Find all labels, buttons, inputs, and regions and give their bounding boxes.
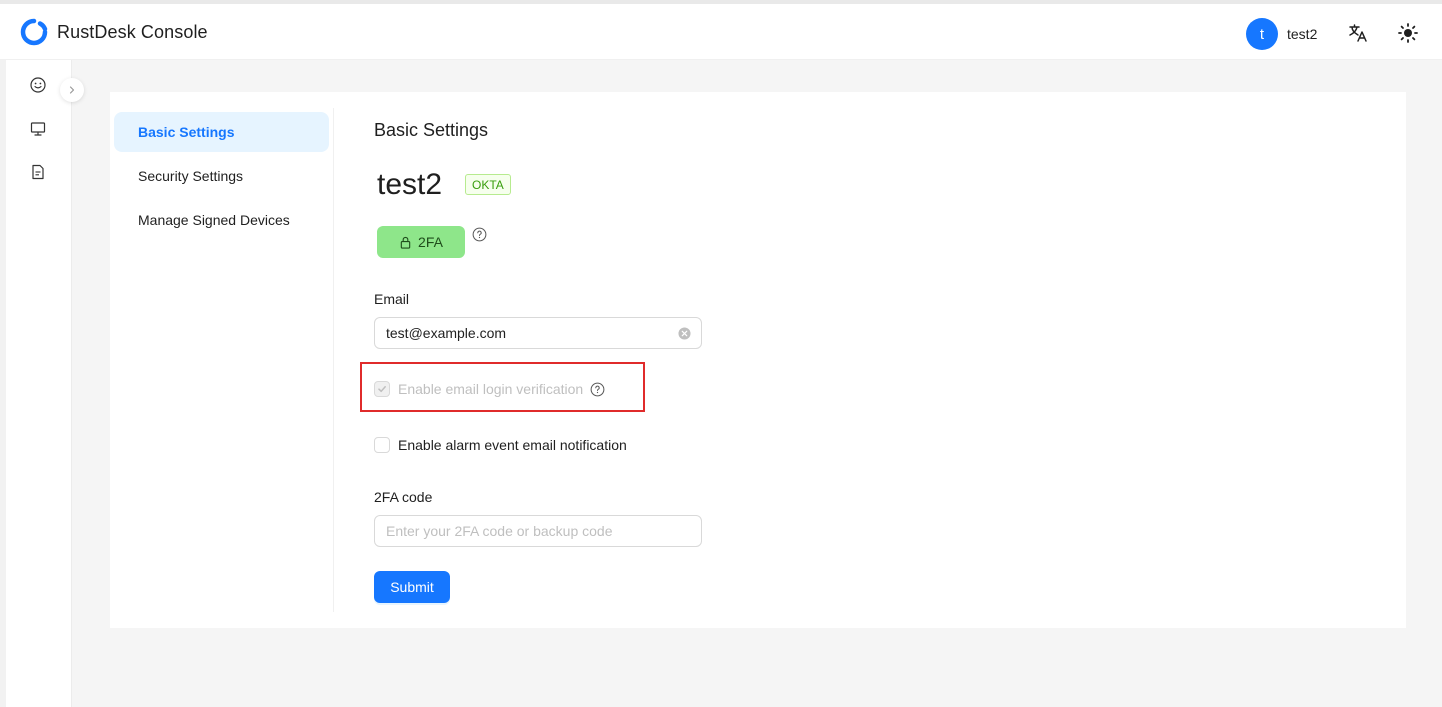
question-circle-icon — [472, 227, 486, 241]
chevron-right-icon — [69, 86, 75, 94]
checkbox-box — [374, 437, 390, 453]
checkmark-icon — [378, 386, 386, 393]
smiley-icon — [30, 77, 46, 93]
rustdesk-logo-icon — [20, 18, 48, 46]
nav-item-manage-signed-devices[interactable]: Manage Signed Devices — [114, 200, 329, 240]
language-button[interactable] — [1347, 22, 1369, 44]
nav-item-security-settings[interactable]: Security Settings — [114, 156, 329, 196]
side-rail — [0, 60, 72, 707]
alarm-notification-label: Enable alarm event email notification — [398, 437, 627, 453]
section-title: Basic Settings — [374, 120, 489, 140]
email-verification-help-icon[interactable] — [589, 381, 605, 397]
rail-item-dashboard[interactable] — [29, 76, 47, 94]
settings-nav: Basic Settings Security Settings Manage … — [114, 112, 329, 244]
twofa-code-label: 2FA code — [374, 489, 433, 505]
username-title: test2 — [377, 168, 443, 201]
twofa-code-field[interactable] — [374, 515, 702, 547]
twofa-button[interactable]: 2FA — [377, 226, 465, 258]
rail-item-logs[interactable] — [29, 163, 47, 181]
email-field[interactable] — [374, 317, 702, 349]
submit-button[interactable]: Submit — [374, 571, 450, 603]
theme-toggle-button[interactable] — [1397, 22, 1419, 44]
alarm-notification-checkbox[interactable]: Enable alarm event email notification — [374, 437, 627, 453]
provider-tag: OKTA — [465, 174, 511, 195]
user-menu[interactable]: t test2 — [1246, 18, 1317, 50]
rail-edge — [0, 60, 6, 707]
clear-icon[interactable] — [678, 327, 691, 340]
avatar: t — [1246, 18, 1278, 50]
sun-icon — [1398, 23, 1418, 43]
translate-icon — [1349, 24, 1367, 42]
rail-item-devices[interactable] — [29, 120, 47, 138]
document-icon — [32, 164, 44, 180]
brand-title: RustDesk Console — [57, 21, 208, 42]
app-header: RustDesk Console t test2 — [0, 4, 1442, 60]
email-label: Email — [374, 291, 410, 307]
email-login-verification-checkbox[interactable]: Enable email login verification — [374, 381, 605, 397]
lock-icon — [400, 236, 411, 249]
email-login-verification-label: Enable email login verification — [398, 381, 584, 397]
twofa-button-label: 2FA — [418, 234, 443, 250]
monitor-icon — [30, 122, 46, 136]
user-name: test2 — [1287, 26, 1318, 42]
twofa-help-icon[interactable] — [471, 226, 487, 242]
sidebar-collapse-button[interactable] — [60, 78, 84, 102]
nav-item-basic-settings[interactable]: Basic Settings — [114, 112, 329, 152]
question-circle-icon — [590, 382, 605, 396]
nav-divider — [333, 108, 334, 612]
checkbox-box — [374, 381, 390, 397]
brand[interactable]: RustDesk Console — [20, 18, 208, 46]
